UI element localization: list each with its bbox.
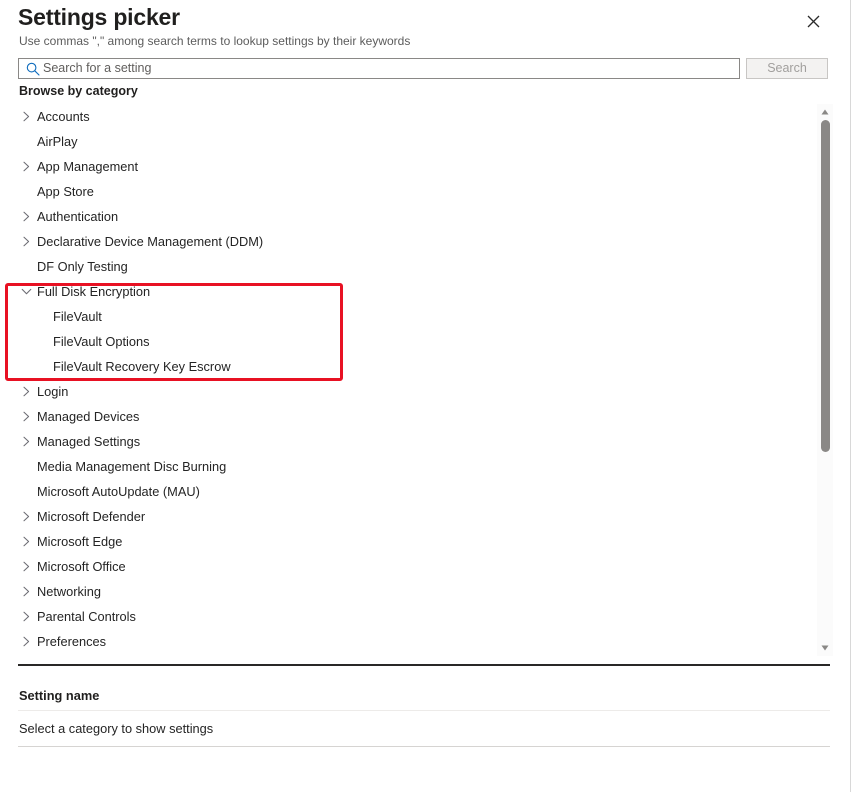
category-item-filevault-options[interactable]: FileVault Options: [0, 329, 814, 354]
setting-name-column-header: Setting name: [19, 688, 100, 703]
category-item-full-disk-encryption[interactable]: Full Disk Encryption: [0, 279, 814, 304]
chevron-right-icon[interactable]: [20, 235, 33, 248]
settings-header-divider: [18, 710, 830, 711]
scrollbar-thumb[interactable]: [821, 120, 830, 452]
category-item-label: Networking: [37, 583, 102, 599]
category-item-label: Login: [37, 383, 69, 399]
category-item-label: App Store: [37, 183, 94, 199]
category-item-label: AirPlay: [37, 133, 78, 149]
category-item-label: DF Only Testing: [37, 258, 128, 274]
category-item-preferences[interactable]: Preferences: [0, 629, 814, 654]
chevron-right-icon[interactable]: [20, 635, 33, 648]
category-item-microsoft-defender[interactable]: Microsoft Defender: [0, 504, 814, 529]
category-tree-region: Accounts AirPlay App Management App Store Au…: [0, 104, 836, 656]
category-item-label: Media Management Disc Burning: [37, 458, 227, 474]
category-tree-list[interactable]: Accounts AirPlay App Management App Store Au…: [0, 104, 814, 656]
category-item-filevault-recovery-key-escrow[interactable]: FileVault Recovery Key Escrow: [0, 354, 814, 379]
search-icon: [25, 61, 41, 77]
category-item-label: Microsoft AutoUpdate (MAU): [37, 483, 200, 499]
category-item-label: Accounts: [37, 108, 90, 124]
category-item-app-management[interactable]: App Management: [0, 154, 814, 179]
chevron-right-icon[interactable]: [20, 585, 33, 598]
category-item-login[interactable]: Login: [0, 379, 814, 404]
scroll-down-arrow-icon[interactable]: [817, 640, 833, 656]
chevron-right-icon[interactable]: [20, 560, 33, 573]
category-item-label: Declarative Device Management (DDM): [37, 233, 264, 249]
category-item-managed-settings[interactable]: Managed Settings: [0, 429, 814, 454]
close-icon: [807, 15, 820, 28]
category-item-parental-controls[interactable]: Parental Controls: [0, 604, 814, 629]
chevron-right-icon[interactable]: [20, 435, 33, 448]
chevron-right-icon[interactable]: [20, 210, 33, 223]
category-item-accounts[interactable]: Accounts: [0, 104, 814, 129]
category-item-label: FileVault Recovery Key Escrow: [53, 358, 231, 374]
chevron-right-icon[interactable]: [20, 535, 33, 548]
category-item-filevault[interactable]: FileVault: [0, 304, 814, 329]
category-item-label: Managed Devices: [37, 408, 140, 424]
category-item-microsoft-autoupdate-mau[interactable]: Microsoft AutoUpdate (MAU): [0, 479, 814, 504]
dialog-header: Settings picker Use commas "," among sea…: [0, 0, 854, 52]
page-title: Settings picker: [18, 4, 180, 30]
category-item-media-management-disc-burning[interactable]: Media Management Disc Burning: [0, 454, 814, 479]
search-input-container[interactable]: [18, 58, 740, 79]
category-item-label: Authentication: [37, 208, 119, 224]
category-item-networking[interactable]: Networking: [0, 579, 814, 604]
category-item-microsoft-edge[interactable]: Microsoft Edge: [0, 529, 814, 554]
category-item-label: Managed Settings: [37, 433, 141, 449]
chevron-down-icon[interactable]: [20, 285, 33, 298]
window-right-border: [850, 0, 851, 792]
scroll-up-arrow-icon[interactable]: [817, 104, 833, 120]
page-subtitle: Use commas "," among search terms to loo…: [19, 34, 411, 48]
settings-row-divider: [18, 746, 830, 747]
category-item-label: Microsoft Office: [37, 558, 126, 574]
browse-by-category-label: Browse by category: [19, 84, 138, 98]
chevron-right-icon[interactable]: [20, 610, 33, 623]
chevron-right-icon[interactable]: [20, 385, 33, 398]
category-item-label: App Management: [37, 158, 139, 174]
category-item-label: FileVault: [53, 308, 102, 324]
category-item-label: Parental Controls: [37, 608, 136, 624]
chevron-right-icon[interactable]: [20, 110, 33, 123]
category-item-app-store[interactable]: App Store: [0, 179, 814, 204]
pane-divider: [18, 664, 830, 666]
category-item-airplay[interactable]: AirPlay: [0, 129, 814, 154]
search-row: Search: [18, 58, 836, 81]
search-button[interactable]: Search: [746, 58, 828, 79]
close-button[interactable]: [800, 8, 826, 34]
category-item-microsoft-office[interactable]: Microsoft Office: [0, 554, 814, 579]
category-item-label: Microsoft Edge: [37, 533, 123, 549]
category-item-label: Microsoft Defender: [37, 508, 146, 524]
category-item-label: FileVault Options: [53, 333, 150, 349]
settings-empty-message: Select a category to show settings: [19, 721, 214, 736]
category-item-authentication[interactable]: Authentication: [0, 204, 814, 229]
chevron-right-icon[interactable]: [20, 410, 33, 423]
search-input[interactable]: [43, 60, 739, 77]
chevron-right-icon[interactable]: [20, 160, 33, 173]
category-item-df-only-testing[interactable]: DF Only Testing: [0, 254, 814, 279]
category-item-managed-devices[interactable]: Managed Devices: [0, 404, 814, 429]
category-tree-scrollbar[interactable]: [817, 104, 833, 656]
category-item-label: Full Disk Encryption: [37, 283, 151, 299]
chevron-right-icon[interactable]: [20, 510, 33, 523]
category-item-declarative-device-management-ddm[interactable]: Declarative Device Management (DDM): [0, 229, 814, 254]
category-item-label: Preferences: [37, 633, 106, 649]
